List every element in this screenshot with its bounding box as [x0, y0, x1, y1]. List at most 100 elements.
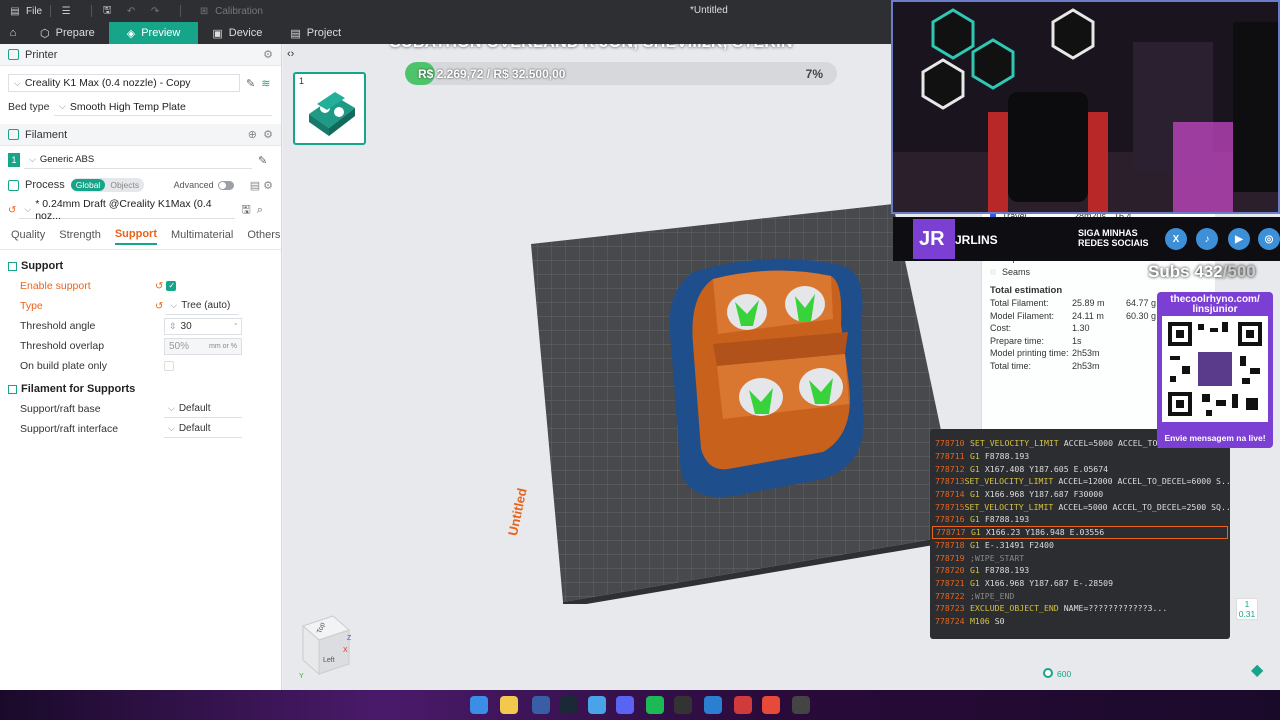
chrome-icon[interactable] [588, 696, 606, 714]
gcode-command: M106 [970, 615, 990, 626]
gcode-line[interactable]: 778717 G1 X166.23 Y186.948 E.03556 [932, 525, 1228, 539]
gcode-line[interactable]: 778718 G1 E-.31491 F2400 [930, 539, 1230, 552]
gcode-line[interactable]: 778712 G1 X167.408 Y187.605 E.05674 [930, 462, 1230, 475]
gcode-line[interactable]: 778721 G1 X166.968 Y187.687 E-.28509 [930, 577, 1230, 590]
tab-project[interactable]: ▤ Project [276, 22, 355, 44]
gcode-line-number: 778713 [935, 476, 965, 487]
gcode-line[interactable]: 778714 G1 X166.968 Y187.687 F30000 [930, 488, 1230, 501]
support-interface-select[interactable]: ⌵ Default [164, 421, 242, 438]
support-base-row: Support/raft base ⌵ Default [0, 399, 281, 419]
gcode-args: X166.968 Y187.687 F30000 [984, 489, 1104, 500]
estimation-value: 1s [1072, 335, 1082, 346]
save-icon[interactable]: 🖫 [100, 4, 114, 18]
gcode-line[interactable]: 778722 ;WIPE_END [930, 589, 1230, 602]
taskbar-app-icon[interactable] [792, 696, 810, 714]
gcode-args: NAME=????????????3... [1063, 603, 1168, 614]
build-plate-only-checkbox[interactable] [164, 361, 174, 371]
gcode-line[interactable]: 778720 G1 F8788.193 [930, 564, 1230, 577]
advanced-switch[interactable] [217, 180, 234, 190]
bed-type-select[interactable]: ⌵ Smooth High Temp Plate [54, 98, 272, 116]
add-filament-icon[interactable]: ⊕ ⚙ [248, 128, 273, 141]
redo-icon[interactable]: ↷ [148, 4, 162, 18]
gcode-viewer[interactable]: 778710 SET_VELOCITY_LIMIT ACCEL=5000 ACCEL… [930, 429, 1230, 639]
gcode-command: G1 [970, 489, 980, 500]
estimation-label: Model printing time: [990, 348, 1069, 359]
navigation-cube[interactable]: Top Left Z X Y [299, 612, 357, 678]
horizontal-slider-handle[interactable] [1043, 668, 1053, 678]
steam-icon[interactable] [560, 696, 578, 714]
reset-icon[interactable]: ↺ [155, 301, 163, 312]
webcam-feed [893, 2, 1278, 212]
support-type-select[interactable]: ⌵ Tree (auto) [166, 298, 239, 315]
tab-others[interactable]: Others [247, 229, 280, 244]
edit-icon[interactable]: ✎ [246, 77, 255, 90]
svg-text:X: X [343, 647, 348, 654]
printer-select[interactable]: ⌵ Creality K1 Max (0.4 nozzle) - Copy [8, 74, 240, 92]
gcode-line[interactable]: 778715 SET_VELOCITY_LIMIT ACCEL=5000 ACCEL… [930, 500, 1230, 513]
filament-select[interactable]: ⌵ Generic ABS [24, 151, 252, 169]
file-explorer-icon[interactable] [500, 696, 518, 714]
filament-section-header[interactable]: Filament ⊕ ⚙ [0, 124, 281, 146]
brand-logo: JR [913, 219, 955, 259]
tab-preview[interactable]: ◈ Preview [108, 22, 199, 44]
gcode-line[interactable]: 778723 EXCLUDE_OBJECT_END NAME=???????????… [930, 602, 1230, 615]
printer-section-header[interactable]: Printer ⚙ [0, 44, 281, 66]
plate-thumbnail[interactable]: 1 [293, 72, 366, 145]
gcode-args: X167.408 Y187.605 E.05674 [984, 463, 1109, 474]
gcode-command: G1 [970, 451, 980, 462]
gcode-line-number: 778711 [935, 451, 965, 462]
chevron-down-icon: ⌵ [168, 423, 175, 433]
start-icon[interactable] [470, 696, 488, 714]
gcode-line[interactable]: 778719 ;WIPE_START [930, 551, 1230, 564]
gcode-line-number: 778722 [935, 590, 965, 601]
save-preset-icon[interactable]: 🖫 [241, 201, 250, 220]
bed-type-row: Bed type ⌵ Smooth High Temp Plate [0, 96, 281, 118]
divider [91, 5, 93, 17]
home-tab[interactable]: ⌂ [0, 22, 26, 44]
gcode-line[interactable]: 778716 G1 F8788.193 [930, 513, 1230, 526]
discord-icon[interactable] [616, 696, 634, 714]
process-preset-select[interactable]: ⌵ * 0.24mm Draft @Creality K1Max (0.4 no… [19, 198, 236, 222]
printer-row: ⌵ Creality K1 Max (0.4 nozzle) - Copy ✎ … [0, 70, 281, 96]
taskbar-app-icon[interactable] [532, 696, 550, 714]
enable-support-checkbox[interactable] [166, 281, 177, 291]
creality-icon[interactable] [734, 696, 752, 714]
tab-strength[interactable]: Strength [59, 229, 101, 244]
global-objects-toggle[interactable]: Global Objects [70, 178, 145, 192]
obs-icon[interactable] [674, 696, 692, 714]
gcode-line-number: 778723 [935, 603, 965, 614]
compare-icon[interactable]: ▤ ⚙ [250, 179, 273, 192]
reset-icon[interactable]: ↺ [8, 205, 16, 216]
undo-icon[interactable]: ↶ [124, 4, 138, 18]
tab-support[interactable]: Support [114, 228, 158, 245]
reset-icon[interactable]: ↺ [155, 281, 163, 292]
search-icon[interactable]: ⌕ [257, 204, 263, 217]
collapse-sidebar-icon[interactable]: ‹› [287, 48, 294, 60]
settings-sliders-icon[interactable]: ⚙ [263, 48, 273, 61]
tab-device[interactable]: ▣ Device [198, 22, 276, 44]
gcode-line[interactable]: 778724 M106 S0 [930, 615, 1230, 628]
tab-quality[interactable]: Quality [11, 229, 45, 244]
layers-icon[interactable]: ◆ [1251, 660, 1263, 680]
stepper-icon: ⇳ [169, 320, 177, 331]
voicemeeter-icon[interactable] [762, 696, 780, 714]
gcode-line[interactable]: 778711 G1 F8788.193 [930, 450, 1230, 463]
taskbar-app-icon[interactable] [704, 696, 722, 714]
calibration-menu[interactable]: ⊞ Calibration [197, 4, 263, 18]
vertical-slider-value[interactable]: 1 0.31 [1236, 598, 1258, 620]
tab-multimaterial[interactable]: Multimaterial [171, 229, 233, 244]
gcode-line-number: 778721 [935, 577, 965, 588]
threshold-angle-input[interactable]: ⇳ 30 ° [164, 317, 242, 335]
gcode-args: F8788.193 [984, 565, 1030, 576]
support-base-select[interactable]: ⌵ Default [164, 401, 242, 418]
tab-prepare[interactable]: ⬡ Prepare [26, 22, 109, 44]
threshold-overlap-input[interactable]: 50% mm or % [164, 337, 242, 355]
wifi-icon[interactable]: ≋ [261, 77, 270, 90]
edit-icon[interactable]: ✎ [258, 154, 267, 167]
menu-icon[interactable]: ☰ [59, 4, 73, 18]
support-group-title: Support [0, 256, 281, 276]
settings-panel: Printer ⚙ ⌵ Creality K1 Max (0.4 nozzle)… [0, 44, 282, 690]
file-menu[interactable]: ▤ File [8, 4, 42, 18]
gcode-line[interactable]: 778713 SET_VELOCITY_LIMIT ACCEL=12000 ACCE… [930, 475, 1230, 488]
spotify-icon[interactable] [646, 696, 664, 714]
